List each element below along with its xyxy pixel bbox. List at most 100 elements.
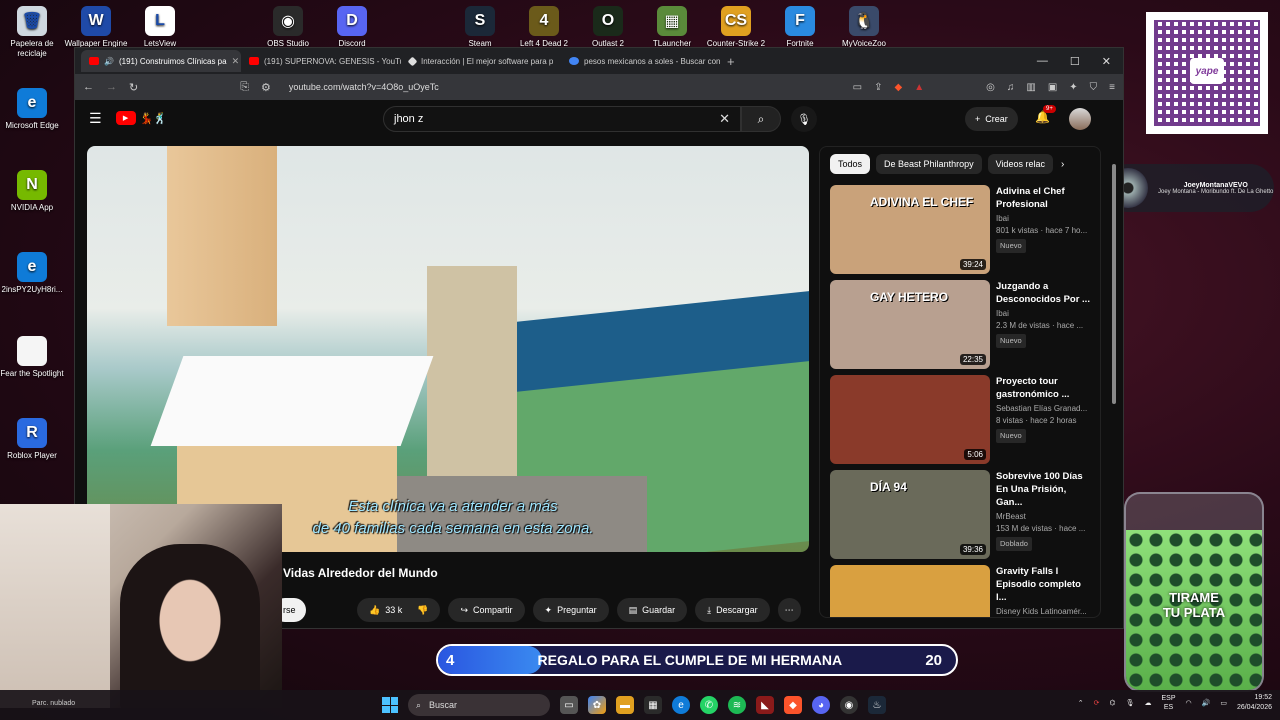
thumbs-down-icon[interactable]: 👎: [417, 605, 428, 616]
desktop-icon[interactable]: O Outlast 2: [573, 6, 643, 49]
desktop-icon[interactable]: R Roblox Player: [0, 418, 67, 461]
language-indicator[interactable]: ESP ES: [1161, 694, 1175, 712]
desktop-icon[interactable]: 🗑 Papelera de reciclaje: [0, 6, 67, 59]
search-button[interactable]: ⌕: [741, 106, 781, 132]
desktop-icon[interactable]: D Discord: [317, 6, 387, 49]
desktop-icon[interactable]: Fear the Spotlight: [0, 336, 67, 379]
browser-tab-3[interactable]: Interacción | El mejor software para p: [401, 50, 561, 72]
video-thumbnail[interactable]: 5:06: [830, 375, 990, 464]
desktop-icon[interactable]: N NVIDIA App: [0, 170, 67, 213]
menu-icon[interactable]: ≡: [1109, 82, 1115, 93]
rewards-icon[interactable]: ▲: [914, 82, 924, 93]
store-icon[interactable]: ▦: [644, 696, 662, 714]
task-view-icon[interactable]: ▭: [560, 696, 578, 714]
page-scrollbar[interactable]: [1112, 154, 1118, 624]
save-button[interactable]: ▤ Guardar: [616, 598, 688, 622]
search-input[interactable]: jhon z ✕: [383, 106, 741, 132]
sidebar-icon[interactable]: ▥: [1026, 82, 1035, 93]
wifi-icon[interactable]: ◠: [1186, 699, 1192, 707]
recommendation-title[interactable]: Juzgando a Desconocidos Por ...: [996, 280, 1090, 306]
discord-icon[interactable]: ◕: [812, 696, 830, 714]
recommendation-title[interactable]: Proyecto tour gastronómico ...: [996, 375, 1090, 401]
video-thumbnail[interactable]: DÍA 94 39:36: [830, 470, 990, 559]
chip-related[interactable]: Videos relac: [987, 154, 1053, 174]
weather-widget[interactable]: Parc. nublado: [32, 700, 75, 707]
battery-icon[interactable]: ▭: [1220, 699, 1227, 707]
recommendation-title[interactable]: Gravity Falls l Episodio completo l...: [996, 565, 1090, 604]
desktop-icon[interactable]: F Fortnite: [765, 6, 835, 49]
copilot-icon[interactable]: ✿: [588, 696, 606, 714]
maximize-icon[interactable]: ☐: [1070, 55, 1080, 68]
windows-start-icon[interactable]: [382, 697, 398, 713]
recommendation-title[interactable]: Sobrevive 100 Días En Una Prisión, Gan..…: [996, 470, 1090, 509]
close-tab-icon[interactable]: ✕: [232, 56, 240, 67]
site-info-icon[interactable]: ⚙: [261, 81, 271, 94]
desktop-icon[interactable]: 4 Left 4 Dead 2: [509, 6, 579, 49]
spotify-icon[interactable]: ≋: [728, 696, 746, 714]
share-icon[interactable]: ⇪: [874, 82, 882, 93]
youtube-logo[interactable]: ▶: [115, 111, 136, 125]
share-button[interactable]: ↪ Compartir: [448, 598, 525, 622]
wallet-icon[interactable]: ▣: [1048, 82, 1057, 93]
chip-todos[interactable]: Todos: [830, 154, 871, 174]
browser-tab-2[interactable]: (191) SUPERNOVA: GENESIS - YouTube: [241, 50, 401, 72]
more-actions-button[interactable]: ⋯: [777, 598, 801, 622]
hamburger-menu-icon[interactable]: ☰: [89, 110, 102, 127]
desktop-icon[interactable]: 🐧 MyVoiceZoo: [829, 6, 899, 49]
network-icon[interactable]: ⌬: [1109, 699, 1115, 707]
video-thumbnail[interactable]: ADIVINA EL CHEF 39:24: [830, 185, 990, 274]
create-button[interactable]: + Crear: [965, 107, 1018, 131]
browser-tab-4[interactable]: pesos mexicanos a soles - Buscar con: [561, 50, 721, 72]
download-button[interactable]: ⤓ Descargar: [695, 598, 770, 622]
chevron-up-icon[interactable]: ⌃: [1078, 699, 1084, 707]
back-icon[interactable]: ←: [83, 81, 94, 93]
video-player[interactable]: Esta clínica va a atender a más de 40 fa…: [87, 146, 809, 552]
file-explorer-icon[interactable]: ▬: [616, 696, 634, 714]
recommendation-item[interactable]: Gravity Falls l Episodio completo l... Di…: [820, 561, 1100, 617]
volume-icon[interactable]: 🔊: [1202, 699, 1211, 707]
mic-icon[interactable]: 🎙: [1126, 699, 1135, 707]
install-icon[interactable]: ▭: [853, 82, 862, 93]
browser-tab-1[interactable]: 🔊 (191) Construimos Clínicas pa ✕: [81, 50, 241, 72]
like-button[interactable]: 👍 33 k 👎: [357, 598, 441, 622]
steam-icon[interactable]: ♨: [868, 696, 886, 714]
sync-icon[interactable]: ⟳: [1094, 699, 1100, 707]
recommendation-item[interactable]: GAY HETERO 22:35 Juzgando a Desconocidos P…: [820, 276, 1100, 371]
recommendation-item[interactable]: 5:06 Proyecto tour gastronómico ... Sebast…: [820, 371, 1100, 466]
desktop-icon[interactable]: S Steam: [445, 6, 515, 49]
desktop-icon[interactable]: e Microsoft Edge: [0, 88, 67, 131]
brave-shield-icon[interactable]: ◆: [895, 82, 903, 93]
vpn-icon[interactable]: ⛉: [1090, 82, 1098, 93]
desktop-icon[interactable]: ◉ OBS Studio: [253, 6, 323, 49]
video-thumbnail[interactable]: [830, 565, 990, 617]
clock[interactable]: 19:52 26/04/2026: [1237, 693, 1272, 713]
bookmark-icon[interactable]: ⎘: [240, 81, 249, 94]
new-tab-button[interactable]: +: [727, 54, 735, 69]
leo-icon[interactable]: ✦: [1069, 82, 1077, 93]
obs-icon[interactable]: ◉: [840, 696, 858, 714]
recommendation-item[interactable]: DÍA 94 39:36 Sobrevive 100 Días En Una Pri…: [820, 466, 1100, 561]
chip-beast-philanthropy[interactable]: De Beast Philanthropy: [876, 154, 982, 174]
close-window-icon[interactable]: ✕: [1102, 55, 1111, 68]
notifications-icon[interactable]: 🔔 9+: [1035, 105, 1056, 124]
url-field[interactable]: youtube.com/watch?v=4O8o_uOyeTc: [289, 82, 439, 92]
screenshot-icon[interactable]: ◎: [986, 82, 995, 93]
scrollbar-thumb[interactable]: [1112, 164, 1116, 404]
desktop-icon[interactable]: e 2insPY2UyH8ri...: [0, 252, 67, 295]
ask-button[interactable]: ✦ Preguntar: [532, 598, 609, 622]
desktop-icon[interactable]: W Wallpaper Engine: [61, 6, 131, 49]
reload-icon[interactable]: ↻: [129, 81, 138, 94]
chevron-right-icon[interactable]: ›: [1061, 159, 1064, 170]
recommendation-title[interactable]: Adivina el Chef Profesional: [996, 185, 1090, 211]
whatsapp-icon[interactable]: ✆: [700, 696, 718, 714]
forward-icon[interactable]: →: [106, 81, 117, 93]
dota-icon[interactable]: ◣: [756, 696, 774, 714]
avatar[interactable]: [1069, 108, 1091, 130]
edge-icon[interactable]: e: [672, 696, 690, 714]
desktop-icon[interactable]: CS Counter-Strike 2: [701, 6, 771, 49]
brave-icon[interactable]: ◆: [784, 696, 802, 714]
music-icon[interactable]: ♫: [1007, 82, 1015, 93]
clear-search-icon[interactable]: ✕: [719, 111, 730, 127]
onedrive-icon[interactable]: ☁: [1144, 699, 1151, 707]
video-thumbnail[interactable]: GAY HETERO 22:35: [830, 280, 990, 369]
